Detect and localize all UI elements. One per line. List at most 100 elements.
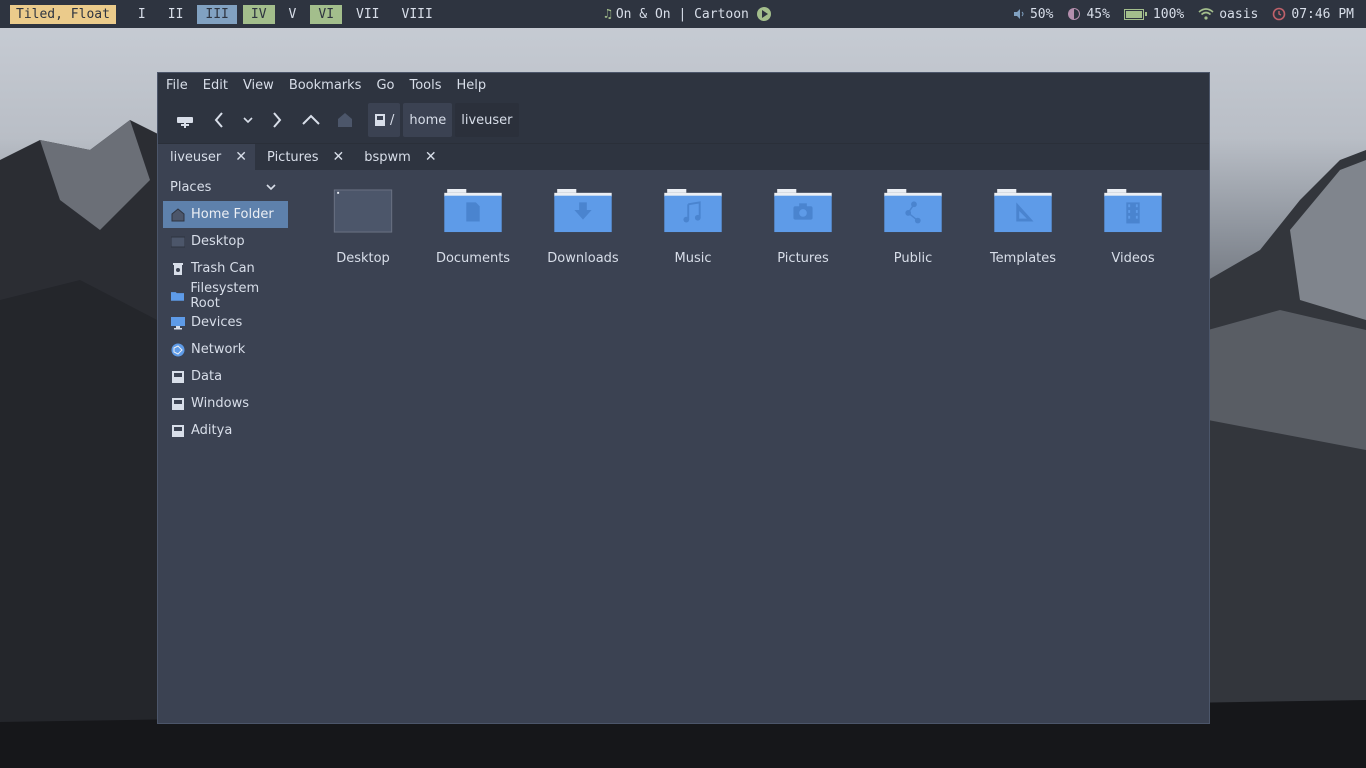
music-folder-icon bbox=[664, 189, 722, 233]
workspace-2[interactable]: II bbox=[160, 5, 192, 24]
breadcrumb-liveuser[interactable]: liveuser bbox=[455, 103, 519, 137]
new-tab-icon bbox=[177, 117, 193, 128]
layout-indicator[interactable]: Tiled, Float bbox=[10, 4, 116, 24]
sidebar-item-label: Trash Can bbox=[191, 261, 255, 276]
battery-widget[interactable]: 100% bbox=[1123, 7, 1184, 22]
music-note-icon: ♫ bbox=[604, 6, 612, 22]
back-button[interactable] bbox=[202, 102, 236, 138]
downloads-folder-icon bbox=[554, 189, 612, 233]
videos-folder-icon bbox=[1104, 189, 1162, 233]
sidebar-item-windows[interactable]: Windows bbox=[163, 390, 288, 417]
file-item-documents[interactable]: Documents bbox=[418, 189, 528, 266]
menu-help[interactable]: Help bbox=[457, 78, 487, 93]
breadcrumb-root[interactable]: / bbox=[368, 103, 401, 137]
menu-view[interactable]: View bbox=[243, 78, 274, 93]
documents-folder-icon bbox=[444, 189, 502, 233]
drive-icon bbox=[375, 114, 385, 126]
volume-widget[interactable]: 50% bbox=[1013, 7, 1053, 22]
sidebar-item-filesystem-root[interactable]: Filesystem Root bbox=[163, 280, 288, 311]
file-item-desktop[interactable]: Desktop bbox=[308, 189, 418, 266]
file-item-label: Templates bbox=[989, 251, 1057, 266]
file-item-videos[interactable]: Videos bbox=[1078, 189, 1188, 266]
workspace-8[interactable]: VIII bbox=[394, 5, 441, 24]
sidebar-item-trash-can[interactable]: Trash Can bbox=[163, 255, 288, 282]
volume-icon bbox=[1013, 9, 1024, 19]
sidebar-item-aditya[interactable]: Aditya bbox=[163, 417, 288, 444]
workspace-7[interactable]: VII bbox=[348, 5, 387, 24]
clock-icon bbox=[1273, 7, 1286, 21]
brightness-icon bbox=[1068, 8, 1081, 20]
play-icon[interactable] bbox=[756, 7, 771, 21]
places-title: Places bbox=[170, 179, 212, 195]
sidebar-item-desktop[interactable]: Desktop bbox=[163, 228, 288, 255]
history-dropdown-button[interactable] bbox=[236, 102, 260, 138]
tab-label: Pictures bbox=[267, 149, 319, 165]
sidebar-item-devices[interactable]: Devices bbox=[163, 309, 288, 336]
up-button[interactable] bbox=[294, 102, 328, 138]
file-item-label: Music bbox=[674, 251, 712, 266]
wifi-widget[interactable]: oasis bbox=[1198, 7, 1258, 22]
sidebar-item-label: Network bbox=[191, 342, 246, 357]
chevron-down-icon bbox=[243, 117, 253, 124]
trash-icon bbox=[173, 262, 183, 275]
chevron-down-icon[interactable] bbox=[266, 183, 276, 191]
file-item-label: Videos bbox=[1111, 251, 1155, 266]
file-item-downloads[interactable]: Downloads bbox=[528, 189, 638, 266]
close-icon[interactable]: ✕ bbox=[235, 149, 247, 165]
file-view: Desktop Documents Downloads Music Pictur… bbox=[288, 171, 1209, 723]
home-button[interactable] bbox=[328, 102, 362, 138]
sidebar: Places Home Folder Desktop Trash Can Fil… bbox=[158, 171, 288, 723]
new-tab-button[interactable] bbox=[168, 102, 202, 138]
breadcrumb-root-label: / bbox=[390, 112, 395, 128]
close-icon[interactable]: ✕ bbox=[333, 149, 345, 165]
menu-tools[interactable]: Tools bbox=[409, 78, 441, 93]
workspace-4[interactable]: IV bbox=[242, 4, 275, 24]
tab-label: bspwm bbox=[364, 149, 411, 165]
workspace-5[interactable]: V bbox=[281, 5, 305, 24]
forward-icon bbox=[273, 112, 282, 128]
breadcrumb-home[interactable]: home bbox=[403, 103, 453, 137]
battery-icon bbox=[1123, 8, 1147, 20]
clock-time: 07:46 PM bbox=[1291, 6, 1354, 22]
workspace-1[interactable]: I bbox=[130, 5, 154, 24]
tab-pictures[interactable]: Pictures ✕ bbox=[255, 144, 352, 170]
tab-liveuser[interactable]: liveuser ✕ bbox=[158, 144, 256, 170]
file-manager-window: File Edit View Bookmarks Go Tools Help /… bbox=[157, 72, 1210, 724]
sidebar-item-label: Data bbox=[191, 369, 223, 384]
folder-icon bbox=[171, 291, 185, 301]
menu-go[interactable]: Go bbox=[376, 78, 394, 93]
brightness-widget[interactable]: 45% bbox=[1067, 7, 1110, 22]
places-header[interactable]: Places bbox=[158, 177, 288, 197]
window-body: Places Home Folder Desktop Trash Can Fil… bbox=[158, 171, 1209, 723]
tab-label: liveuser bbox=[170, 149, 222, 165]
menu-bookmarks[interactable]: Bookmarks bbox=[289, 78, 362, 93]
menu-file[interactable]: File bbox=[166, 78, 188, 93]
desktop-icon bbox=[171, 236, 185, 247]
tab-bspwm[interactable]: bspwm ✕ bbox=[352, 144, 444, 170]
workspace-3[interactable]: III bbox=[197, 4, 237, 24]
workspace-6[interactable]: VI bbox=[310, 4, 343, 24]
sidebar-item-network[interactable]: Network bbox=[163, 336, 288, 363]
menu-edit[interactable]: Edit bbox=[203, 78, 228, 93]
drive-icon bbox=[172, 397, 184, 410]
back-icon bbox=[214, 112, 223, 128]
now-playing: On & On | Cartoon bbox=[615, 6, 749, 22]
sidebar-item-label: Filesystem Root bbox=[190, 280, 260, 311]
monitor-icon bbox=[171, 316, 185, 329]
clock-widget[interactable]: 07:46 PM bbox=[1272, 7, 1354, 22]
sidebar-item-label: Aditya bbox=[191, 423, 233, 438]
music-widget[interactable]: ♫ On & On | Cartoon bbox=[604, 0, 771, 28]
sidebar-item-label: Devices bbox=[191, 315, 243, 330]
sidebar-item-home-folder[interactable]: Home Folder bbox=[163, 201, 288, 228]
file-item-music[interactable]: Music bbox=[638, 189, 748, 266]
file-item-public[interactable]: Public bbox=[858, 189, 968, 266]
file-item-templates[interactable]: Templates bbox=[968, 189, 1078, 266]
forward-button[interactable] bbox=[260, 102, 294, 138]
close-icon[interactable]: ✕ bbox=[425, 149, 437, 165]
sidebar-item-data[interactable]: Data bbox=[163, 363, 288, 390]
desktop-folder-icon bbox=[333, 189, 393, 233]
up-icon bbox=[302, 114, 320, 125]
network-icon bbox=[171, 343, 185, 356]
status-area: 50% 45% 100% oasis 07:46 PM bbox=[1013, 0, 1354, 28]
file-item-pictures[interactable]: Pictures bbox=[748, 189, 858, 266]
